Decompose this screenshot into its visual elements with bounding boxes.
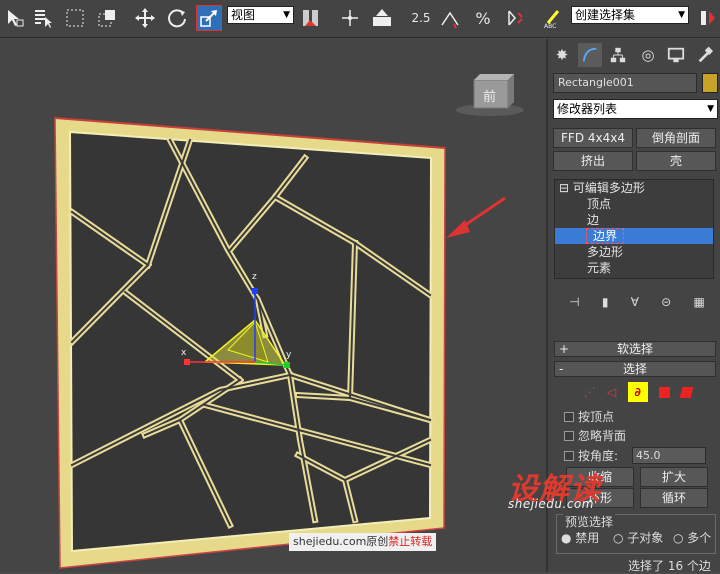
named-selection-dropdown[interactable]: 创建选择集 ▼ <box>571 6 689 24</box>
chevron-down-icon: ▼ <box>283 10 290 20</box>
main-toolbar: 视图 ▼ 2.5 % ABC 创建选择集 ▼ <box>0 0 720 38</box>
selection-status-text: 选择了 16 个边 <box>628 559 711 573</box>
stack-item-border-label: 边界 <box>585 228 625 244</box>
preview-multi-label: 多个 <box>687 531 712 545</box>
percent-snap-icon[interactable]: % <box>470 5 496 31</box>
loop-button[interactable]: 循环 <box>640 488 708 508</box>
ignore-backfacing-checkbox[interactable]: 忽略背面 <box>564 429 626 443</box>
pivot-icon[interactable] <box>298 5 324 31</box>
watermark-url: shejiedu.com <box>508 497 594 511</box>
motion-tab-icon[interactable]: ◎ <box>636 43 660 67</box>
vertex-level-icon[interactable]: ⋰ <box>584 385 596 399</box>
selection-rollout[interactable]: - 选择 <box>554 361 716 377</box>
soft-selection-rollout[interactable]: + 软选择 <box>554 341 716 357</box>
preview-selection-label: 预览选择 <box>563 513 616 530</box>
utilities-tab-icon[interactable] <box>693 43 717 67</box>
configure-sets-icon[interactable]: ▦ <box>693 295 704 313</box>
viewport-scene <box>54 74 524 569</box>
object-name-field[interactable]: Rectangle001 <box>553 73 697 93</box>
remove-modifier-icon[interactable]: ⊝ <box>661 295 671 313</box>
credit-banner: shejiedu.com原创禁止转载 <box>289 533 437 551</box>
ffd-button[interactable]: FFD 4x4x4 <box>553 128 633 148</box>
preview-off-radio[interactable]: ● 禁用 <box>561 531 599 545</box>
by-angle-label: 按角度: <box>578 449 619 463</box>
object-color-swatch[interactable] <box>702 73 718 93</box>
make-unique-icon[interactable]: ∀ <box>631 295 639 313</box>
window-crossing-icon[interactable] <box>94 5 120 31</box>
pin-stack-icon[interactable]: ⊣ <box>569 295 579 313</box>
angle-spinner[interactable]: 45.0 <box>632 447 706 464</box>
stack-tools: ⊣ ▮ ∀ ⊝ ▦ <box>558 295 716 313</box>
percent-label: % <box>475 8 491 28</box>
snap-toggle-icon[interactable]: 2.5 <box>406 5 436 31</box>
gizmo-y-label: y <box>286 350 292 360</box>
border-level-icon[interactable]: ∂ <box>627 382 648 402</box>
bevel-profile-button[interactable]: 倒角剖面 <box>636 128 716 148</box>
select-object-icon[interactable] <box>2 5 28 31</box>
create-tab-icon[interactable]: ✸ <box>550 43 574 67</box>
display-tab-icon[interactable] <box>664 43 688 67</box>
spinner-snap-icon[interactable] <box>502 5 528 31</box>
by-vertex-label: 按顶点 <box>578 410 615 424</box>
hierarchy-tab-icon[interactable] <box>606 43 630 67</box>
reference-coord-dropdown[interactable]: 视图 ▼ <box>227 6 294 24</box>
angle-snap-icon[interactable] <box>437 5 463 31</box>
show-end-result-icon[interactable]: ▮ <box>602 295 609 313</box>
credit-warning: 禁止转载 <box>388 535 433 548</box>
credit-text: shejiedu.com原创 <box>293 535 389 548</box>
subobject-level-buttons: ⋰ ◁ ∂ <box>578 382 698 402</box>
extrude-button[interactable]: 挤出 <box>553 151 633 171</box>
select-by-name-icon[interactable] <box>30 5 56 31</box>
stack-item-border[interactable]: 边界 <box>555 228 713 244</box>
modifier-list-dropdown[interactable]: 修改器列表 ▼ <box>553 99 718 119</box>
modifier-stack: ⊟ 可编辑多边形 顶点 边 边界 多边形 元素 <box>554 179 714 279</box>
rotate-icon[interactable] <box>164 5 190 31</box>
preview-subobject-label: 子对象 <box>627 531 664 545</box>
reference-coord-value: 视图 <box>231 8 256 22</box>
ignore-backfacing-label: 忽略背面 <box>578 429 627 443</box>
select-manipulate-icon[interactable] <box>337 5 363 31</box>
soft-selection-label: 软选择 <box>616 342 653 356</box>
element-level-icon[interactable] <box>679 386 694 398</box>
modify-tab-icon[interactable] <box>578 43 602 67</box>
gizmo-z-label: z <box>252 272 257 282</box>
stack-root-editable-poly[interactable]: ⊟ 可编辑多边形 <box>555 180 713 196</box>
preview-selection-group: 预览选择 ● 禁用 ○ 子对象 ○ 多个 <box>556 513 716 554</box>
stack-item-vertex[interactable]: 顶点 <box>555 196 713 212</box>
stack-item-element[interactable]: 元素 <box>555 260 713 276</box>
svg-text:ABC: ABC <box>544 23 556 29</box>
chevron-down-icon: ▼ <box>678 10 685 20</box>
gizmo-x-label: x <box>181 348 187 358</box>
by-angle-checkbox[interactable]: 按角度: <box>564 449 618 463</box>
angle-value: 45.0 <box>636 449 661 462</box>
collapse-icon[interactable]: ⊟ <box>559 181 569 195</box>
keyboard-shortcut-icon[interactable] <box>369 5 395 31</box>
stack-item-edge[interactable]: 边 <box>555 212 713 228</box>
modifier-list-value: 修改器列表 <box>557 102 618 116</box>
scale-icon[interactable] <box>196 5 222 31</box>
edit-named-selection-icon[interactable]: ABC <box>540 5 566 31</box>
mirror-icon[interactable] <box>695 5 720 31</box>
by-vertex-checkbox[interactable]: 按顶点 <box>564 410 614 424</box>
viewcube-front-label[interactable]: 前 <box>483 86 496 105</box>
polygon-level-icon[interactable] <box>658 386 670 398</box>
preview-off-label: 禁用 <box>575 531 600 545</box>
stack-root-label: 可编辑多边形 <box>572 181 645 195</box>
rect-selection-icon[interactable] <box>62 5 88 31</box>
preview-multi-radio[interactable]: ○ 多个 <box>673 531 711 545</box>
preview-subobject-radio[interactable]: ○ 子对象 <box>613 531 663 545</box>
perspective-viewport[interactable]: 前 z x y <box>0 39 546 572</box>
stack-item-polygon[interactable]: 多边形 <box>555 244 713 260</box>
edge-level-icon[interactable]: ◁ <box>607 385 616 399</box>
named-selection-value: 创建选择集 <box>575 8 636 22</box>
grow-button[interactable]: 扩大 <box>640 467 708 487</box>
shell-button[interactable]: 壳 <box>636 151 716 171</box>
snap-label: 2.5 <box>411 11 431 25</box>
selection-label: 选择 <box>622 362 647 376</box>
move-icon[interactable] <box>132 5 158 31</box>
red-arrow-annotation <box>446 196 506 238</box>
chevron-down-icon: ▼ <box>707 104 714 114</box>
